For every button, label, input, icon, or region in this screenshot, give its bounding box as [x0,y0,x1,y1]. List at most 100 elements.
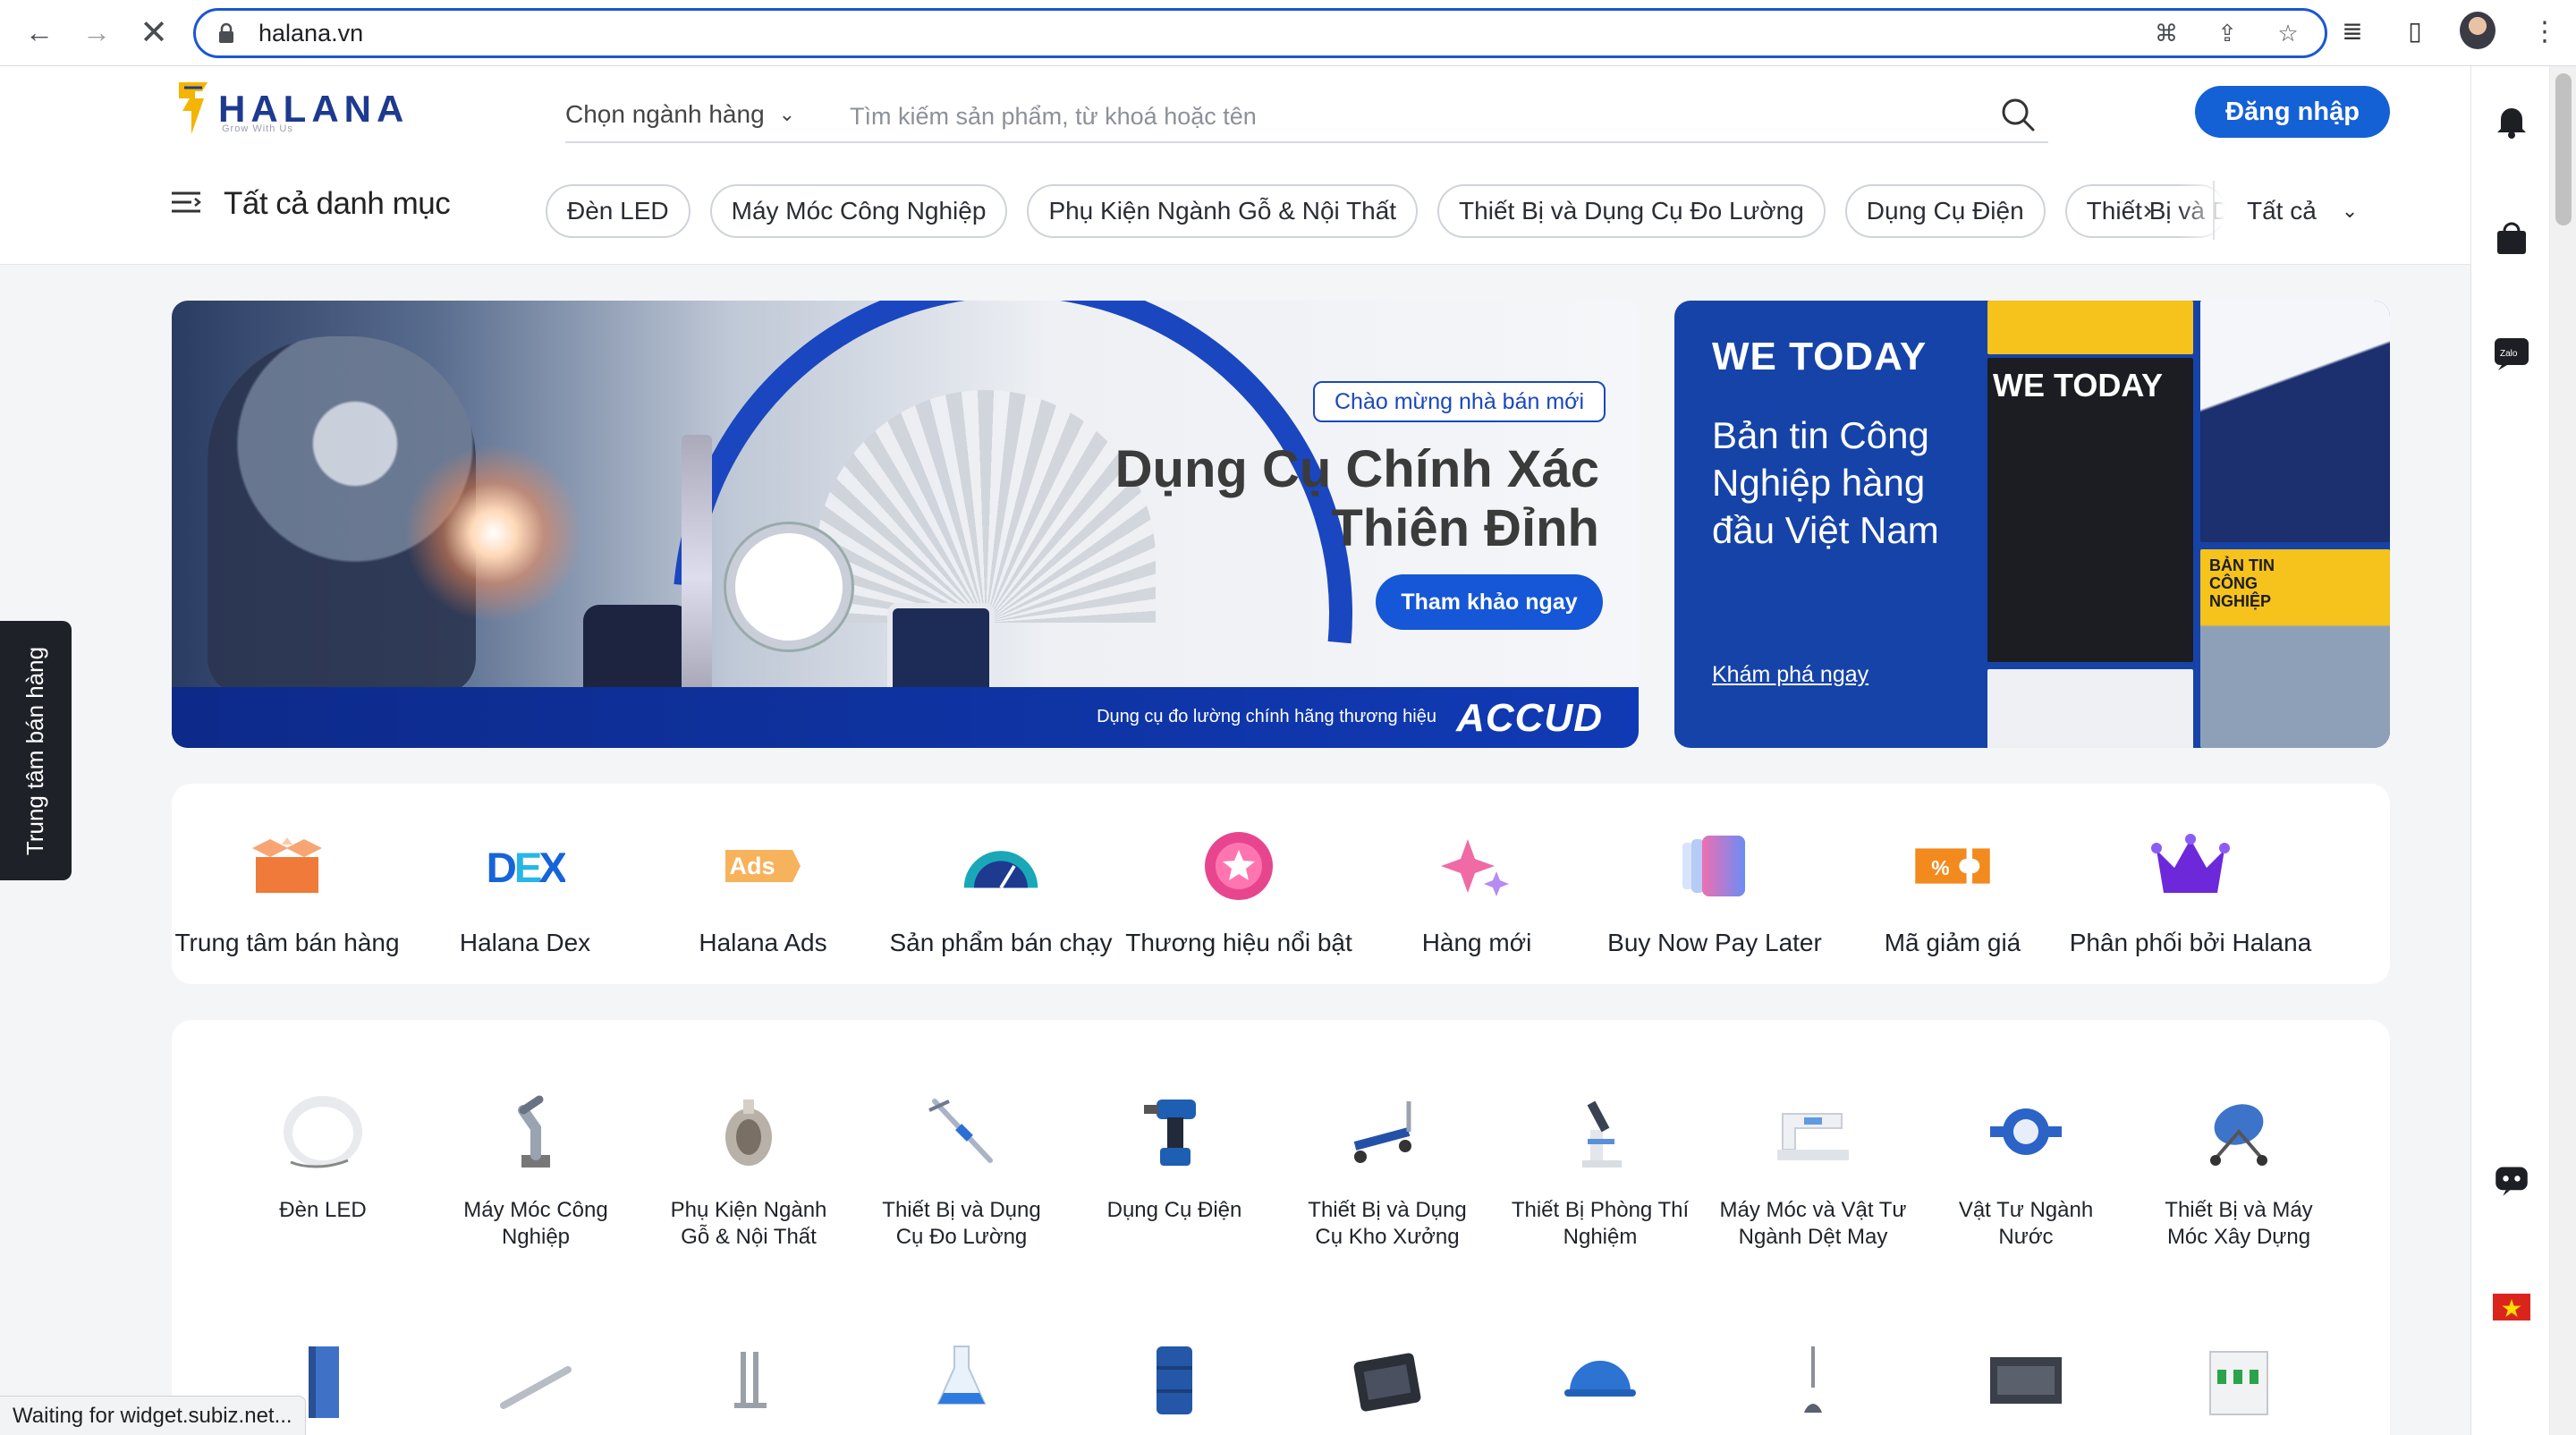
chip-phu-kien-go[interactable]: Phụ Kiện Ngành Gỗ & Nội Thất [1027,184,1419,238]
feature-top-brands[interactable]: Thương hiệu nổi bật [1120,784,1358,984]
category-det-may[interactable]: Máy Móc và Vật Tư Ngành Dệt May [1707,1083,1919,1251]
category-label: Thiết Bị Phòng Thí Nghiệm [1511,1198,1690,1249]
seller-center-side-tab[interactable]: Trung tâm bán hàng [0,621,72,880]
hero-title: Dụng Cụ Chính Xác Thiên Đỉnh [1115,440,1599,558]
power-drill-icon [1125,1083,1224,1181]
category-row2-10[interactable] [2132,1329,2345,1428]
we-today-banner[interactable]: WE TODAY Bản tin Công Nghiệp hàng đầu Vi… [1674,301,2390,748]
feature-halana-ads[interactable]: Ads Halana Ads [644,784,882,984]
category-select[interactable]: Chọn ngành hàng ⌄ [565,100,795,129]
box-icon [247,830,327,902]
feature-distributed[interactable]: Phân phối bởi Halana [2069,784,2312,984]
category-grid: Đèn LED Máy Móc Công Nghiệp Phụ Kiện Ngàn… [172,1020,2390,1435]
all-categories-label: Tất cả danh mục [224,186,451,221]
right-utility-bar: Zalo [2470,66,2549,1435]
vietnam-flag-icon[interactable] [2493,1288,2530,1326]
chip-do-luong[interactable]: Thiết Bị và Dụng Cụ Đo Lường [1437,184,1826,238]
stop-loading-icon[interactable]: ✕ [134,13,174,52]
category-label: Thiết Bị và Dụng Cụ Kho Xưởng [1308,1198,1467,1249]
category-label: Dụng Cụ Điện [1106,1198,1242,1222]
bookmark-star-icon[interactable]: ☆ [2273,18,2303,48]
url-text: halana.vn [258,19,364,47]
crown-icon [2150,830,2231,902]
category-label: Đèn LED [279,1198,367,1222]
hero-cta-button[interactable]: Tham khảo ngay [1376,574,1603,630]
category-kho-xuong[interactable]: Thiết Bị và Dụng Cụ Kho Xưởng [1281,1083,1494,1251]
back-icon[interactable]: ← [20,13,59,52]
feature-sales-center[interactable]: Trung tâm bán hàng [168,784,406,984]
category-row2-9[interactable] [1919,1329,2132,1428]
chip-dung-cu-dien[interactable]: Dụng Cụ Điện [1844,184,2046,238]
share-icon[interactable]: ⇪ [2212,18,2242,48]
all-dropdown-label: Tất cả [2247,197,2317,225]
feature-new-items[interactable]: Hàng mới [1358,784,1596,984]
page-scrollbar[interactable] [2549,66,2576,1435]
chip-den-led[interactable]: Đèn LED [546,184,691,238]
browser-toolbar: ← → ✕ halana.vn ⌘ ⇪ ☆ ≣ ▯ ⋮ [0,0,2576,66]
reading-list-icon[interactable]: ≣ [2334,13,2370,48]
coupon-icon: % [1912,830,1993,902]
category-nganh-nuoc[interactable]: Vật Tư Ngành Nước [1919,1083,2132,1251]
robot-arm-icon [487,1083,585,1181]
feature-halana-dex[interactable]: DEX Halana Dex [406,784,644,984]
chevron-down-icon: ⌄ [2341,200,2359,222]
site-logo[interactable]: HALANA Grow With Us [175,77,409,141]
gauge-icon [961,830,1041,902]
hero-banner[interactable]: Chào mừng nhà bán mới Dụng Cụ Chính Xác … [172,301,1639,748]
category-row2-4[interactable] [855,1329,1068,1428]
feature-vouchers[interactable]: % Mã giảm giá [1834,784,2072,984]
scrollbar-thumb[interactable] [2555,73,2572,225]
magazine-cover-bottom [1987,669,2193,748]
category-xay-dung[interactable]: Thiết Bị và Máy Móc Xây Dựng [2132,1083,2345,1251]
category-label: Máy Móc và Vật Tư Ngành Dệt May [1719,1198,1907,1249]
zalo-icon[interactable]: Zalo [2493,335,2530,372]
search-underline [565,141,2048,143]
magazine-cover-yellow: BẢN TIN CÔNG NGHIỆP [2200,549,2390,748]
all-categories-menu[interactable]: Tất cả danh mục [170,186,451,222]
we-today-link[interactable]: Khám phá ngay [1712,662,1868,688]
feature-bnpl[interactable]: Buy Now Pay Later [1596,784,1834,984]
svg-text:Ads: Ads [730,853,775,879]
browser-menu-icon[interactable]: ⋮ [2531,16,2558,47]
side-panel-icon[interactable]: ▯ [2397,13,2433,48]
category-row2-7[interactable] [1494,1329,1707,1428]
search-input[interactable] [850,97,2039,136]
feature-label: Hàng mới [1421,929,1532,956]
address-bar[interactable]: halana.vn ⌘ ⇪ ☆ [193,8,2327,58]
category-row2-5[interactable] [1068,1329,1281,1428]
category-may-moc[interactable]: Máy Móc Công Nghiệp [429,1083,642,1251]
circuit-breaker-icon [2190,1329,2288,1428]
forward-icon[interactable]: → [77,13,116,52]
login-button[interactable]: Đăng nhập [2195,86,2390,138]
category-do-luong[interactable]: Thiết Bị và Dụng Cụ Đo Lường [855,1083,1068,1251]
feature-label: Phân phối bởi Halana [2069,929,2312,956]
chatbot-icon[interactable] [2493,1161,2530,1199]
menu-list-icon [170,189,202,220]
magazine-cover-portrait [2200,301,2390,542]
category-row2-3[interactable] [642,1329,855,1428]
led-light-icon [274,1083,372,1181]
chip-may-moc[interactable]: Máy Móc Công Nghiệp [709,184,1008,238]
search-icon[interactable] [1998,95,2038,134]
shopping-bag-icon[interactable] [2493,218,2530,256]
category-row2-2[interactable] [429,1329,642,1428]
feature-label: Buy Now Pay Later [1607,929,1822,956]
category-row2-8[interactable] [1707,1329,1919,1428]
translate-icon[interactable]: ⌘ [2151,18,2182,48]
category-phu-kien-go[interactable]: Phụ Kiện Ngành Gỗ & Nội Thất [642,1083,855,1251]
category-dung-cu-dien[interactable]: Dụng Cụ Điện [1068,1083,1281,1224]
site-header: HALANA Grow With Us Chọn ngành hàng ⌄ Đă… [0,66,2470,265]
chevron-down-icon: ⌄ [778,103,796,125]
category-label: Vật Tư Ngành Nước [1958,1198,2094,1249]
vacuum-icon [1764,1329,1862,1428]
bell-icon[interactable] [2493,102,2530,140]
all-dropdown[interactable]: Tất cả ⌄ [2247,197,2358,225]
profile-avatar[interactable] [2460,12,2496,49]
category-row2-6[interactable] [1281,1329,1494,1428]
feature-best-sellers[interactable]: Sản phẩm bán chạy [882,784,1120,984]
chips-next-icon[interactable]: › [2143,195,2152,225]
we-today-title: Bản tin Công Nghiệp hàng đầu Việt Nam [1712,414,1939,551]
magazine-tag: BẢN TIN CÔNG NGHIỆP [2209,556,2275,610]
category-den-led[interactable]: Đèn LED [216,1083,429,1224]
category-phong-thi-nghiem[interactable]: Thiết Bị Phòng Thí Nghiệm [1494,1083,1707,1251]
